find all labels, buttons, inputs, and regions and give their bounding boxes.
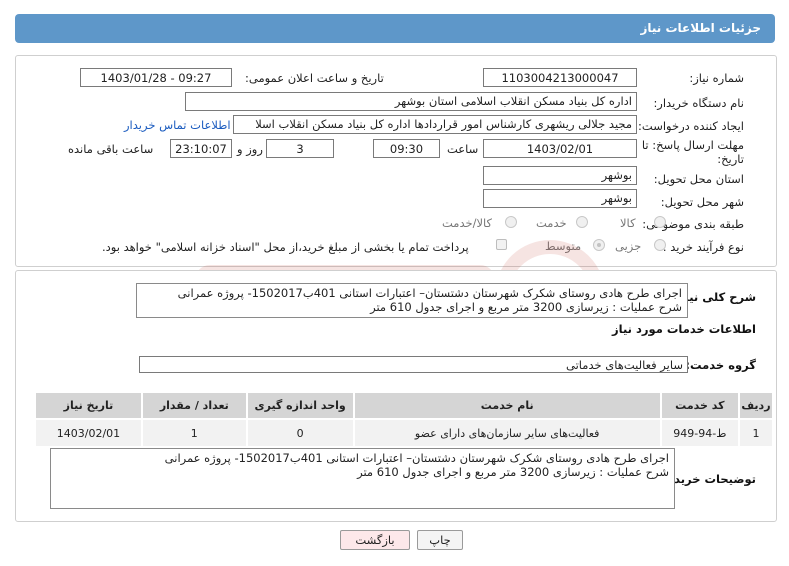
cell-need-date: 1403/02/01 [34,418,143,448]
deadline-time-label: ساعت [447,142,479,156]
buyer-notes-textarea[interactable]: اجرای طرح هادی روستای شکرک شهرستان دشتست… [50,448,675,509]
category-radio-goods[interactable] [654,216,666,228]
days-label: روز و [237,142,263,156]
summary-textarea[interactable]: اجرای طرح هادی روستای شکرک شهرستان دشتست… [136,283,688,318]
cell-unit: 0 [245,418,355,448]
col-header-row-number: ردیف [737,391,775,420]
process-radio-minor[interactable] [654,239,666,251]
need-number-field[interactable]: 1103004213000047 [483,68,637,87]
province-label: استان محل تحویل: [653,172,744,186]
deadline-date-label: تاریخ: [717,152,744,166]
table-header-row: ردیف کد خدمت نام خدمت واحد اندازه گیری ت… [34,391,775,420]
process-label: نوع فرآیند خرید : [662,240,744,254]
services-table: ردیف کد خدمت نام خدمت واحد اندازه گیری ت… [34,391,775,448]
province-field[interactable]: بوشهر [483,166,637,185]
category-option-service: خدمت [536,216,567,230]
deadline-date-field[interactable]: 1403/02/01 [483,139,637,158]
page-header: جزئیات اطلاعات نیاز [15,14,775,43]
buyer-notes-line-2: شرح عملیات : زیرسازی 3200 متر مربع و اجر… [357,465,669,479]
col-header-need-date: تاریخ نیاز [34,391,143,420]
days-field[interactable]: 3 [266,139,334,158]
remaining-label: ساعت باقی مانده [68,142,154,156]
buyer-label: نام دستگاه خریدار: [653,96,744,110]
contact-buyer-link[interactable]: اطلاعات تماس خریدار [124,118,231,132]
buyer-notes-line-1: اجرای طرح هادی روستای شکرک شهرستان دشتست… [164,451,669,465]
cell-service-code: ط-94-949 [659,418,740,448]
summary-line-1: اجرای طرح هادی روستای شکرک شهرستان دشتست… [177,286,682,300]
need-number-label: شماره نیاز: [689,71,744,85]
cell-row-number: 1 [737,418,775,448]
category-option-goods-service: کالا/خدمت [442,216,493,230]
service-group-label: گروه خدمت: [685,358,756,372]
category-option-goods: کالا [620,216,636,230]
back-button[interactable]: بازگشت [340,530,410,550]
remaining-time-field[interactable]: 23:10:07 [170,139,232,158]
deadline-label: مهلت ارسال پاسخ: تا [641,138,744,152]
buyer-field[interactable]: اداره کل بنیاد مسکن انقلاب اسلامی استان … [185,92,637,111]
process-option-minor: جزیی [615,239,642,253]
category-radio-service[interactable] [576,216,588,228]
category-radio-goods-service[interactable] [505,216,517,228]
print-button[interactable]: چاپ [417,530,463,550]
creator-label: ایجاد کننده درخواست: [638,119,744,133]
col-header-service-code: کد خدمت [659,391,740,420]
summary-line-2: شرح عملیات : زیرسازی 3200 متر مربع و اجر… [370,300,682,314]
page-title: جزئیات اطلاعات نیاز [640,21,761,35]
table-row: 1 ط-94-949 فعالیت‌های سایر سازمان‌های دا… [34,418,775,448]
service-group-field[interactable]: سایر فعالیت‌های خدماتی [139,356,688,373]
deadline-time-field[interactable]: 09:30 [373,139,440,158]
city-field[interactable]: بوشهر [483,189,637,208]
col-header-service-name: نام خدمت [352,391,662,420]
services-section-title: اطلاعات خدمات مورد نیاز [612,322,756,336]
announce-label: تاریخ و ساعت اعلان عمومی: [245,71,384,85]
creator-field[interactable]: مجید جلالی ریشهری کارشناس امور قراردادها… [233,115,637,134]
city-label: شهر محل تحویل: [660,195,744,209]
col-header-quantity: تعداد / مقدار [140,391,248,420]
col-header-unit: واحد اندازه گیری [245,391,355,420]
cell-service-name: فعالیت‌های سایر سازمان‌های دارای عضو [352,418,662,448]
announce-field[interactable]: 1403/01/28 - 09:27 [80,68,232,87]
cell-quantity: 1 [140,418,248,448]
